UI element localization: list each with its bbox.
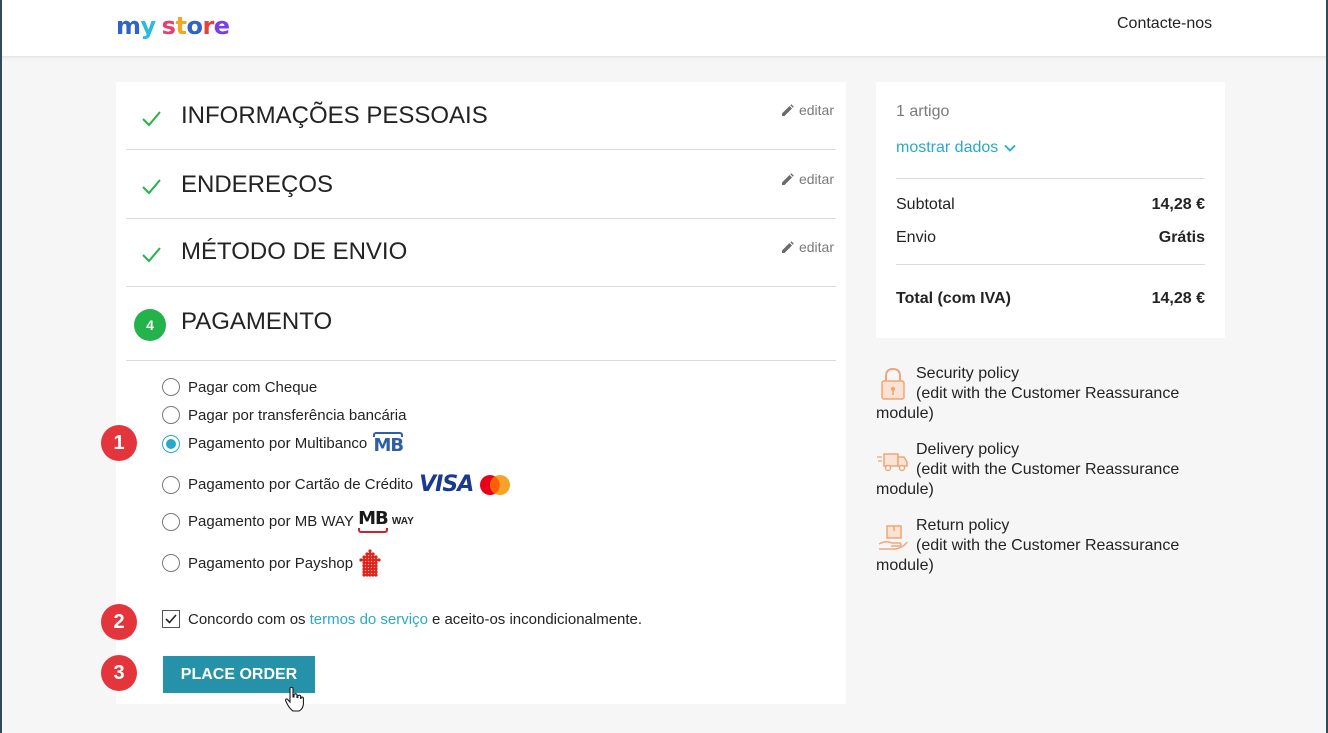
delivery-policy: Delivery policy (edit with the Customer … [876,440,1216,500]
shipping-row: Envio Grátis [896,229,1205,246]
pencil-icon [781,172,794,185]
payment-option-bank-transfer[interactable]: Pagar por transferência bancária [162,406,406,424]
edit-link[interactable]: editar [781,171,834,187]
security-policy: Security policy (edit with the Customer … [876,364,1216,424]
total-row: Total (com IVA) 14,28 € [896,290,1205,307]
subtotal-row: Subtotal 14,28 € [896,196,1205,213]
edit-link[interactable]: editar [781,102,834,118]
policy-description: (edit with the Customer Reassurance [916,385,1180,402]
check-icon [142,179,161,195]
radio-button[interactable] [162,554,180,572]
step-personal-info[interactable]: INFORMAÇÕES PESSOAIS editar [126,82,836,150]
lock-icon [881,367,905,400]
step-shipping-method[interactable]: MÉTODO DE ENVIO editar [126,219,836,287]
payment-option-credit-card[interactable]: Pagamento por Cartão de Crédito VISA [162,472,511,497]
pencil-icon [781,240,794,253]
callout-badge-2: 2 [101,604,137,640]
radio-button[interactable] [162,475,180,494]
mbway-logo: MB WAY [357,510,414,533]
divider [896,264,1205,265]
contact-link[interactable]: Contacte-nos [1117,15,1212,33]
checkmark-icon [165,614,177,624]
policy-title: Security policy [916,365,1020,382]
policy-description: (edit with the Customer Reassurance [916,537,1180,554]
store-logo[interactable]: my store [116,12,230,40]
divider [896,178,1205,179]
payment-option-cheque[interactable]: Pagar com Cheque [162,378,317,396]
step-addresses[interactable]: ENDEREÇOS editar [126,150,836,219]
edit-link[interactable]: editar [781,239,834,255]
pencil-icon [781,103,794,116]
step-number-badge: 4 [134,309,166,341]
radio-button[interactable] [162,378,180,396]
window-edge-left [0,0,2,733]
chevron-down-icon [1004,144,1016,152]
terms-agreement: Concordo com os termos do serviço e acei… [162,610,642,628]
terms-checkbox[interactable] [162,610,180,628]
payment-option-multibanco[interactable]: Pagamento por Multibanco MB [162,432,404,455]
return-policy: Return policy (edit with the Customer Re… [876,516,1216,576]
payshop-icon [359,549,381,577]
radio-button[interactable] [162,406,180,424]
payment-option-mbway[interactable]: Pagamento por MB WAY MB WAY [162,510,414,533]
policy-description: (edit with the Customer Reassurance [916,461,1180,478]
return-box-icon [878,525,908,550]
truck-icon [877,453,908,472]
checkout-panel: INFORMAÇÕES PESSOAIS editar ENDEREÇOS ed… [116,82,846,712]
show-details-link[interactable]: mostrar dados [896,139,1016,157]
cart-summary: 1 artigo mostrar dados Subtotal 14,28 € … [876,82,1225,338]
visa-logo: VISA [419,472,474,497]
step-payment: 4 PAGAMENTO [126,287,836,361]
step-title: PAGAMENTO [181,308,333,335]
check-icon [142,111,161,127]
hand-cursor-icon [284,686,304,712]
mastercard-icon [480,474,511,495]
items-count: 1 artigo [896,103,950,120]
multibanco-logo: MB [373,432,404,455]
callout-badge-1: 1 [101,425,137,461]
policy-title: Delivery policy [916,441,1020,458]
terms-of-service-link[interactable]: termos do serviço [310,611,428,628]
step-title: MÉTODO DE ENVIO [181,238,408,265]
radio-button[interactable] [162,512,180,531]
radio-button-selected[interactable] [162,434,180,453]
payment-option-payshop[interactable]: Pagamento por Payshop [162,548,385,578]
check-icon [142,247,161,263]
callout-badge-3: 3 [101,655,137,691]
step-title: ENDEREÇOS [181,171,334,198]
policy-title: Return policy [916,517,1010,534]
step-title: INFORMAÇÕES PESSOAIS [181,102,488,129]
